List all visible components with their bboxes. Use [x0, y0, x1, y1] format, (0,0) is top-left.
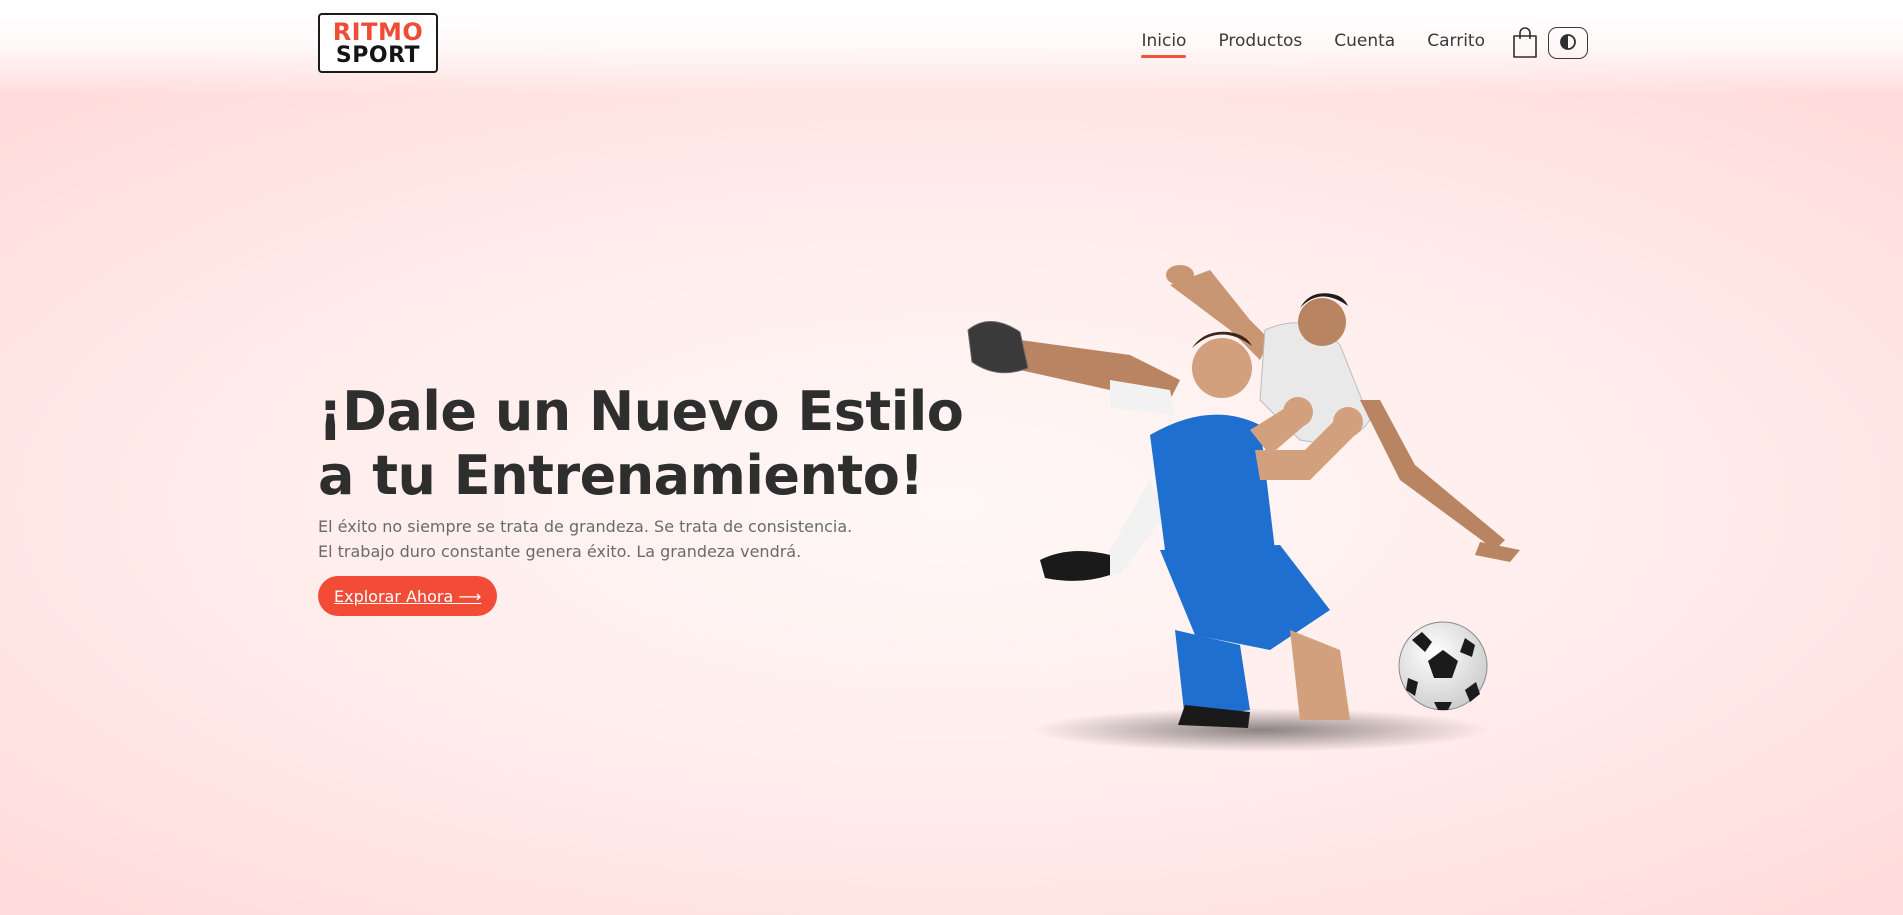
nav-link-cuenta[interactable]: Cuenta [1334, 31, 1395, 55]
soccer-players-image [960, 250, 1580, 760]
hero-subtitle: El éxito no siempre se trata de grandeza… [318, 514, 978, 564]
brand-logo-line1: RITMO [332, 17, 424, 46]
hero-section: ¡Dale un Nuevo Estilo a tu Entrenamiento… [318, 380, 978, 616]
hero-title-line2: a tu Entrenamiento! [318, 444, 924, 507]
hero-title: ¡Dale un Nuevo Estilo a tu Entrenamiento… [318, 380, 978, 508]
site-header: RITMO SPORT Inicio Productos Cuenta Carr… [318, 13, 1588, 73]
brand-logo[interactable]: RITMO SPORT [318, 13, 438, 73]
brand-logo-line2: SPORT [335, 42, 421, 68]
soccer-ball [1398, 621, 1488, 711]
explore-now-button[interactable]: Explorar Ahora ⟶ [318, 576, 498, 616]
hero-subtitle-line1: El éxito no siempre se trata de grandeza… [318, 517, 853, 536]
main-nav: Inicio Productos Cuenta Carrito [1141, 27, 1588, 59]
nav-link-inicio[interactable]: Inicio [1141, 31, 1186, 58]
nav-link-productos[interactable]: Productos [1218, 31, 1302, 55]
hero-title-line1: ¡Dale un Nuevo Estilo [318, 380, 964, 443]
shopping-bag-icon[interactable] [1512, 27, 1538, 59]
theme-toggle-button[interactable] [1548, 27, 1588, 59]
hero-subtitle-line2: El trabajo duro constante genera éxito. … [318, 542, 802, 561]
nav-link-carrito[interactable]: Carrito [1427, 31, 1485, 55]
contrast-icon [1559, 33, 1577, 54]
